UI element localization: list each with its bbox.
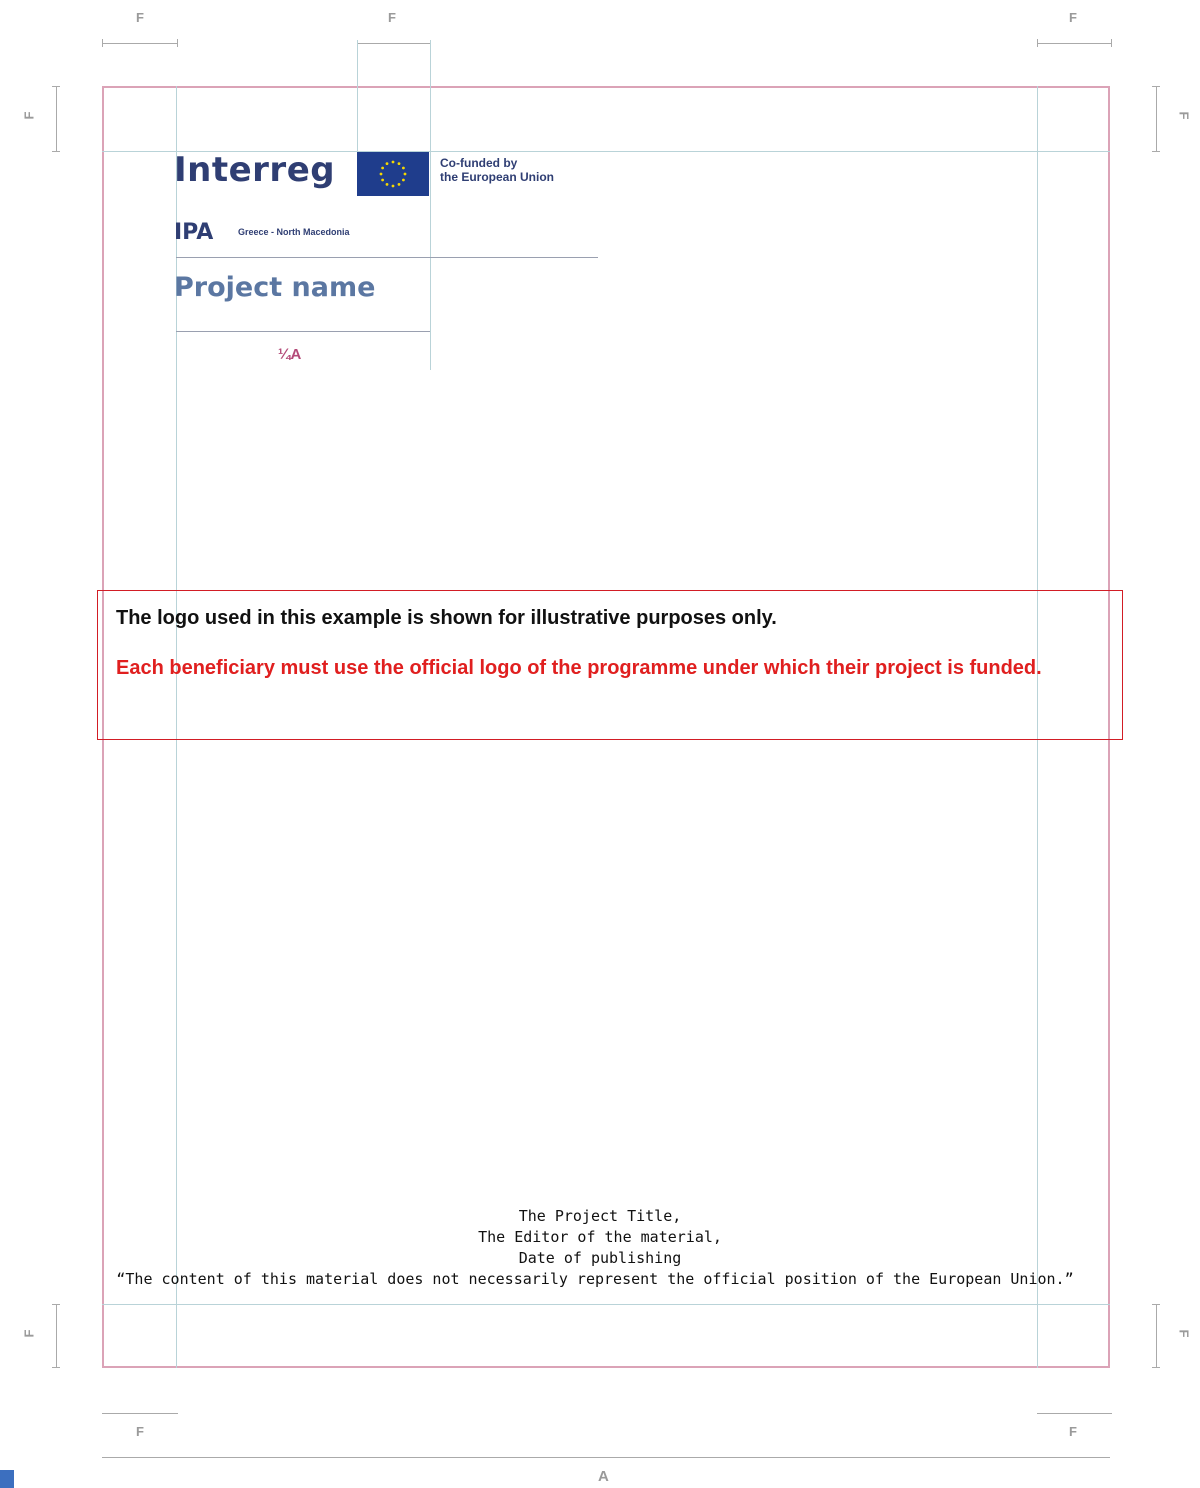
footer-project-title: The Project Title, bbox=[518, 1207, 682, 1225]
eu-text-line1: Co-funded by bbox=[440, 156, 518, 170]
interreg-wordmark: Interreg bbox=[174, 150, 336, 190]
eu-flag-icon bbox=[357, 152, 429, 196]
dim-tick bbox=[1152, 1367, 1160, 1368]
dim-line-bottom-right bbox=[1037, 1413, 1112, 1414]
programme-label: IPA bbox=[174, 220, 214, 245]
guide-logo-right bbox=[430, 40, 431, 370]
dim-tick bbox=[1111, 39, 1112, 47]
footer-block: The Project Title, The Editor of the mat… bbox=[0, 1206, 1200, 1290]
dim-tick bbox=[52, 1304, 60, 1305]
dim-vline-left-top bbox=[56, 86, 57, 152]
dim-label-right-top: F bbox=[1176, 111, 1192, 120]
dim-vline-right-top bbox=[1156, 86, 1157, 152]
dim-label-left-bottom: F bbox=[21, 1329, 37, 1338]
dim-tick bbox=[1152, 151, 1160, 152]
logo-height-ratio: ¼A bbox=[278, 346, 302, 363]
corner-marker bbox=[0, 1470, 14, 1488]
notice-illustrative: The logo used in this example is shown f… bbox=[116, 607, 777, 629]
dim-line-bottom-left bbox=[102, 1413, 178, 1414]
dim-label-top-left: F bbox=[136, 10, 144, 25]
dim-tick bbox=[177, 39, 178, 47]
dim-vline-left-bottom bbox=[56, 1304, 57, 1368]
notice-official-logo: Each beneficiary must use the official l… bbox=[116, 657, 1042, 679]
dim-label-top-right: F bbox=[1069, 10, 1077, 25]
dim-tick bbox=[52, 151, 60, 152]
dim-tick bbox=[1152, 86, 1160, 87]
guide-bottom-margin bbox=[102, 1304, 1110, 1305]
dim-label-bottom-left: F bbox=[136, 1424, 144, 1439]
illustrative-notice-box: The logo used in this example is shown f… bbox=[97, 590, 1123, 740]
eu-cofunded-text: Co-funded by the European Union bbox=[440, 156, 554, 184]
dim-tick bbox=[52, 86, 60, 87]
programme-region: Greece - North Macedonia bbox=[238, 227, 350, 237]
dim-tick bbox=[102, 39, 103, 47]
dim-label-right-bottom: F bbox=[1176, 1329, 1192, 1338]
project-name: Project name bbox=[174, 272, 376, 303]
dim-label-width: A bbox=[598, 1468, 609, 1485]
dim-line-top-right bbox=[1037, 43, 1112, 44]
eu-text-line2: the European Union bbox=[440, 170, 554, 184]
guide-project-divider bbox=[176, 331, 430, 332]
guide-logo-left bbox=[357, 40, 358, 152]
dim-label-top-logo: F bbox=[388, 10, 396, 25]
footer-date: Date of publishing bbox=[518, 1249, 682, 1267]
guide-logo-divider bbox=[176, 257, 598, 258]
dim-line-width bbox=[102, 1457, 1110, 1458]
dim-vline-right-bottom bbox=[1156, 1304, 1157, 1368]
dim-label-left-top: F bbox=[21, 111, 37, 120]
dim-tick bbox=[52, 1367, 60, 1368]
dim-tick bbox=[1152, 1304, 1160, 1305]
dim-tick bbox=[1037, 39, 1038, 47]
dim-line-top-logo bbox=[357, 43, 430, 44]
footer-editor: The Editor of the material, bbox=[478, 1228, 722, 1246]
footer-disclaimer: “The content of this material does not n… bbox=[116, 1270, 1074, 1288]
dim-label-bottom-right: F bbox=[1069, 1424, 1077, 1439]
dim-line-top-left bbox=[102, 43, 178, 44]
